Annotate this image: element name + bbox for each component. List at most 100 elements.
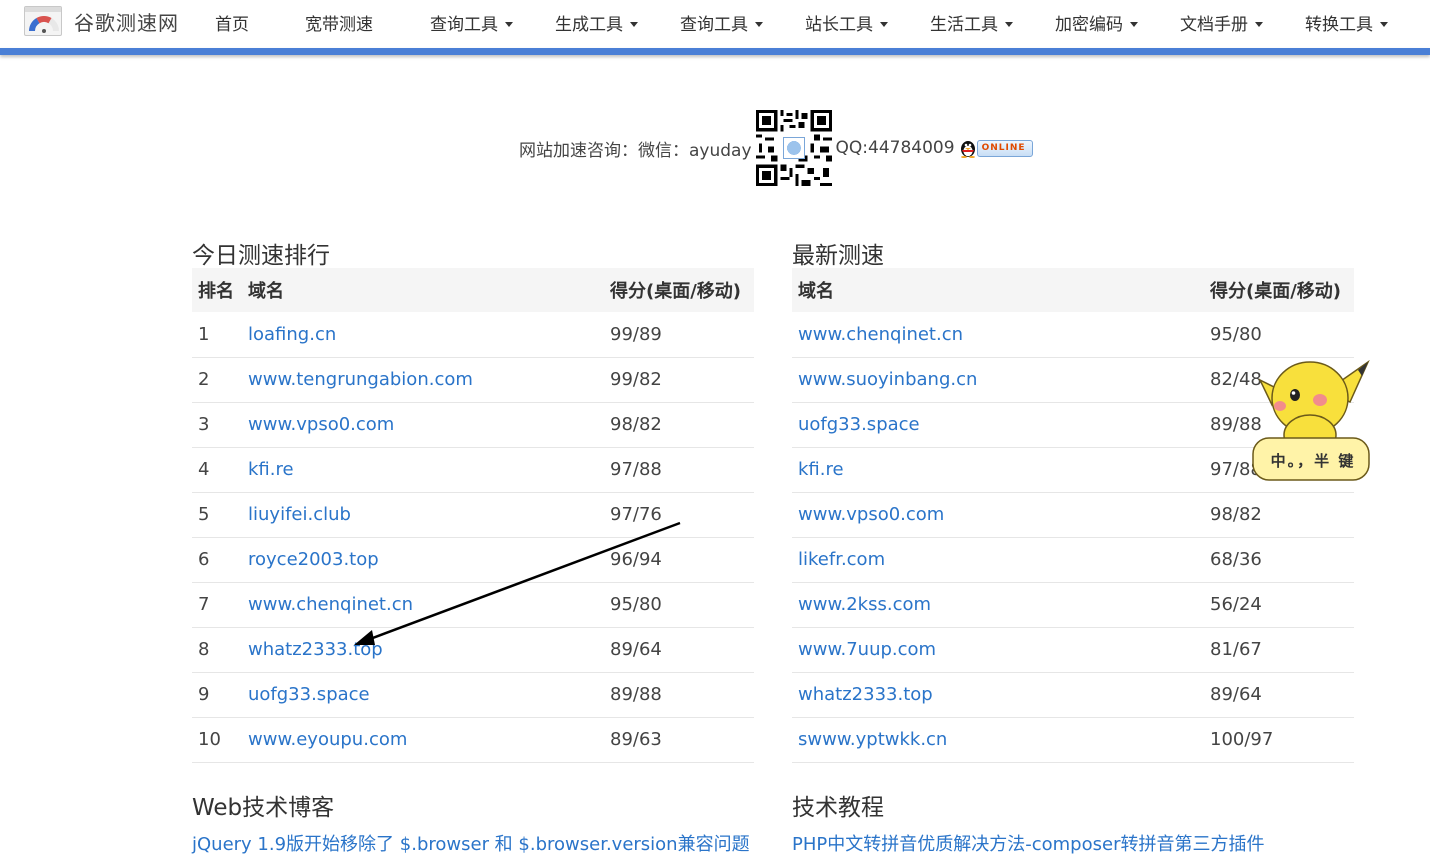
table-row: 2 www.tengrungabion.com 99/82 [192, 357, 754, 403]
table-row: 7 www.chenqinet.cn 95/80 [192, 582, 754, 628]
header-domain: 域名 [242, 268, 604, 312]
domain-link[interactable]: www.7uup.com [798, 639, 936, 660]
score-cell: 89/64 [604, 627, 754, 673]
nav-home[interactable]: 首页 [215, 10, 249, 35]
table-row: 10 www.eyoupu.com 89/63 [192, 717, 754, 763]
domain-link[interactable]: www.vpso0.com [248, 414, 394, 435]
rank-cell: 4 [192, 447, 242, 493]
table-row: 5 liuyifei.club 97/76 [192, 492, 754, 538]
latest-tests-title: 最新测速 [792, 243, 884, 269]
pikachu-ime-widget[interactable]: 中。，半 键 [1250, 350, 1375, 485]
header-rank: 排名 [192, 268, 242, 312]
rank-cell: 9 [192, 672, 242, 718]
speedometer-logo-icon [24, 6, 62, 36]
table-row: www.7uup.com 81/67 [792, 627, 1354, 673]
domain-link[interactable]: www.2kss.com [798, 594, 931, 615]
score-cell: 99/82 [604, 357, 754, 403]
table-row: 3 www.vpso0.com 98/82 [192, 402, 754, 448]
score-cell: 89/88 [604, 672, 754, 718]
domain-link[interactable]: www.suoyinbang.cn [798, 369, 977, 390]
table-row: whatz2333.top 89/64 [792, 672, 1354, 718]
qq-online-status[interactable]: ONLINE [959, 138, 1033, 158]
score-cell: 95/80 [604, 582, 754, 628]
qr-code-icon [755, 110, 832, 186]
domain-link[interactable]: www.tengrungabion.com [248, 369, 473, 390]
caret-down-icon [1255, 22, 1263, 27]
table-row: swww.yptwkk.cn 100/97 [792, 717, 1354, 763]
online-badge: ONLINE [976, 139, 1033, 157]
table-row: www.vpso0.com 98/82 [792, 492, 1354, 538]
top-navbar: 谷歌测速网 首页 宽带测速 查询工具 生成工具 查询工具 站长工具 生活工具 加… [0, 0, 1430, 50]
domain-link[interactable]: likefr.com [798, 549, 885, 570]
brand-name: 谷歌测速网 [74, 10, 179, 35]
domain-link[interactable]: uofg33.space [798, 414, 920, 435]
nav-bandwidth-test[interactable]: 宽带测速 [305, 10, 373, 35]
domain-link[interactable]: loafing.cn [248, 324, 336, 345]
score-cell: 97/76 [604, 492, 754, 538]
table-header-row: 域名 得分(桌面/移动) [792, 268, 1354, 312]
table-row: 1 loafing.cn 99/89 [192, 312, 754, 358]
nav-docs[interactable]: 文档手册 [1180, 10, 1263, 35]
header-score: 得分(桌面/移动) [604, 268, 754, 312]
today-ranking-table: 排名 域名 得分(桌面/移动) 1 loafing.cn 99/89 2 www.te… [192, 268, 754, 763]
score-cell: 98/82 [604, 402, 754, 448]
table-row: 9 uofg33.space 89/88 [192, 672, 754, 718]
blog-post-link[interactable]: jQuery 1.9版开始移除了 $.browser 和 $.browser.v… [192, 830, 750, 856]
domain-link[interactable]: kfi.re [798, 459, 844, 480]
header-score: 得分(桌面/移动) [1204, 268, 1354, 312]
rank-cell: 5 [192, 492, 242, 538]
domain-link[interactable]: www.eyoupu.com [248, 729, 407, 750]
caret-down-icon [1130, 22, 1138, 27]
score-cell: 98/82 [1204, 492, 1354, 538]
nav-generate-tools[interactable]: 生成工具 [555, 10, 638, 35]
nav-convert-tools[interactable]: 转换工具 [1305, 10, 1388, 35]
caret-down-icon [630, 22, 638, 27]
caret-down-icon [755, 22, 763, 27]
score-cell: 99/89 [604, 312, 754, 358]
domain-link[interactable]: whatz2333.top [798, 684, 933, 705]
tech-tutorial-title: 技术教程 [792, 795, 884, 821]
qq-penguin-icon [960, 141, 975, 158]
domain-link[interactable]: royce2003.top [248, 549, 379, 570]
score-cell: 89/63 [604, 717, 754, 763]
nav-life-tools[interactable]: 生活工具 [930, 10, 1013, 35]
table-row: 8 whatz2333.top 89/64 [192, 627, 754, 673]
domain-link[interactable]: swww.yptwkk.cn [798, 729, 947, 750]
rank-cell: 8 [192, 627, 242, 673]
domain-link[interactable]: uofg33.space [248, 684, 370, 705]
domain-link[interactable]: www.chenqinet.cn [798, 324, 963, 345]
header-domain: 域名 [792, 268, 1204, 312]
table-header-row: 排名 域名 得分(桌面/移动) [192, 268, 754, 312]
rank-cell: 2 [192, 357, 242, 403]
score-cell: 97/88 [604, 447, 754, 493]
domain-link[interactable]: whatz2333.top [248, 639, 383, 660]
rank-cell: 1 [192, 312, 242, 358]
domain-link[interactable]: www.vpso0.com [798, 504, 944, 525]
navbar-accent-bar [0, 48, 1430, 55]
score-cell: 68/36 [1204, 537, 1354, 583]
nav-webmaster-tools[interactable]: 站长工具 [805, 10, 888, 35]
contact-qq-text: QQ:44784009 [835, 138, 955, 158]
rank-cell: 7 [192, 582, 242, 628]
score-cell: 56/24 [1204, 582, 1354, 628]
brand[interactable]: 谷歌测速网 [24, 4, 179, 38]
domain-link[interactable]: kfi.re [248, 459, 294, 480]
caret-down-icon [1005, 22, 1013, 27]
score-cell: 81/67 [1204, 627, 1354, 673]
table-row: 6 royce2003.top 96/94 [192, 537, 754, 583]
score-cell: 89/64 [1204, 672, 1354, 718]
today-ranking-title: 今日测速排行 [192, 243, 330, 269]
domain-link[interactable]: liuyifei.club [248, 504, 351, 525]
rank-cell: 3 [192, 402, 242, 448]
score-cell: 96/94 [604, 537, 754, 583]
nav-encryption[interactable]: 加密编码 [1055, 10, 1138, 35]
latest-tests-table: 域名 得分(桌面/移动) www.chenqinet.cn 95/80 www.s… [792, 268, 1354, 763]
rank-cell: 10 [192, 717, 242, 763]
score-cell: 100/97 [1204, 717, 1354, 763]
domain-link[interactable]: www.chenqinet.cn [248, 594, 413, 615]
contact-banner: 网站加速咨询：微信：ayuday QQ:44784009 ONLINE [519, 110, 1033, 186]
nav-query-tools[interactable]: 查询工具 [430, 10, 513, 35]
nav-query-tools-2[interactable]: 查询工具 [680, 10, 763, 35]
tutorial-post-link[interactable]: PHP中文转拼音优质解决方法-composer转拼音第三方插件 [792, 830, 1264, 856]
table-row: www.2kss.com 56/24 [792, 582, 1354, 628]
